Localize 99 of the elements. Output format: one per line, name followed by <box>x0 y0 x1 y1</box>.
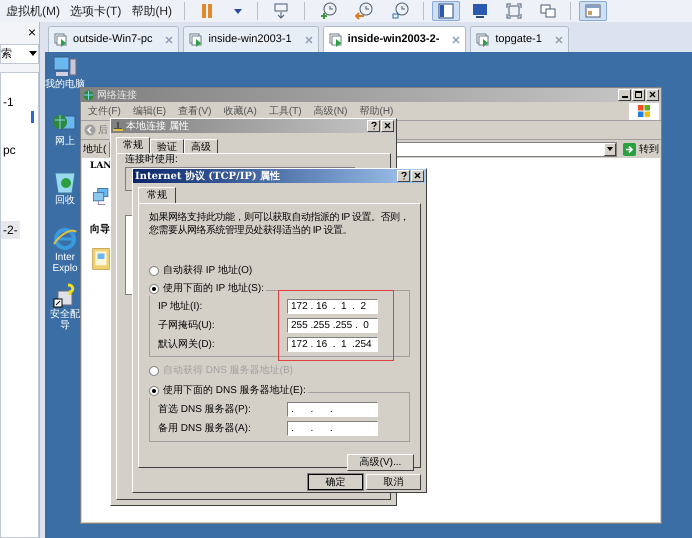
vm-tab[interactable]: inside-win2003-1 <box>183 26 319 52</box>
clock-plus-icon <box>319 2 337 20</box>
advanced-button[interactable]: 高级(V)... <box>347 454 414 471</box>
radio-button[interactable] <box>149 266 159 276</box>
desktop-icon-label: Explo <box>52 263 78 274</box>
clock-icon <box>391 2 409 20</box>
library-item[interactable]: pc <box>1 141 18 159</box>
caret-icon <box>607 147 613 151</box>
help-icon <box>399 171 408 180</box>
menu-item[interactable]: 帮助(H) <box>127 2 176 20</box>
help-icon <box>369 121 378 130</box>
ip-field[interactable]: 172 . 16 . 1 . 2 <box>287 298 378 314</box>
dns-field[interactable]: . . . <box>287 420 378 436</box>
menu-item[interactable]: 查看(V) <box>178 104 212 118</box>
menu-item[interactable]: 编辑(E) <box>132 104 166 118</box>
ip-field[interactable]: 172 . 16 . 1 .254 <box>287 336 378 352</box>
help-button[interactable] <box>397 170 410 182</box>
menu-item[interactable]: 文件(F) <box>88 104 121 118</box>
close-icon[interactable] <box>452 36 460 44</box>
desktop-icon-label: 我的电脑 <box>45 79 85 90</box>
caret-icon <box>233 7 243 15</box>
back-icon <box>84 124 96 136</box>
dialog-title: 本地连接 属性 <box>126 120 189 134</box>
menu-item[interactable]: 帮助(H) <box>359 104 394 118</box>
caret-icon <box>29 51 37 57</box>
thumbnail-view-icon <box>585 3 601 19</box>
close-icon <box>648 90 657 99</box>
vm-icon <box>54 32 68 46</box>
radio-label: 使用下面的 IP 地址(S): <box>163 282 264 296</box>
menu-item[interactable]: 虚拟机(M) <box>2 2 64 20</box>
field-label: 备用 DNS 服务器(A): <box>158 422 252 436</box>
desktop-icon-label: 导 <box>60 320 70 331</box>
menu-item[interactable]: 高级(N) <box>314 104 348 118</box>
wizard-folder-icon <box>92 246 110 270</box>
network-plug-icon <box>113 121 123 131</box>
windows-logo <box>629 102 659 120</box>
globe-icon <box>83 90 94 100</box>
clock-arrow-icon <box>355 2 373 20</box>
pause-icon <box>199 3 215 19</box>
dialog-title: Internet 协议 (TCP/IP) 属性 <box>135 170 280 184</box>
intro-text: 如果网络支持此功能，则可以获取自动指派的 IP 设置。否则， 您需要从网络系统管理员处获得适当的 IP 设置。 <box>149 211 409 237</box>
close-button[interactable] <box>411 170 424 182</box>
network-computer-icon <box>92 186 110 206</box>
ip-field[interactable]: 255 .255 .255 . 0 <box>287 318 378 332</box>
desktop-icon-label: 安全配 <box>50 309 80 320</box>
library-item[interactable]: -1 <box>1 93 16 111</box>
close-button[interactable]: × <box>28 25 36 39</box>
search-field[interactable]: 索 <box>0 44 39 64</box>
windows-stack-icon <box>540 3 556 19</box>
dialog-tab[interactable]: 验证 <box>150 139 184 153</box>
maximize-button[interactable] <box>632 89 645 101</box>
sidebar-view-icon <box>438 3 454 19</box>
toolbar-button[interactable] <box>432 1 460 21</box>
close-icon <box>383 121 392 130</box>
radio-label: 自动获得 IP 地址(O) <box>163 264 252 278</box>
vm-icon <box>476 32 490 46</box>
desktop-icon-label: Inter <box>54 252 75 263</box>
field-label: IP 地址(I): <box>158 300 204 314</box>
close-button[interactable] <box>646 89 659 101</box>
desktop-icon-label: 回收 <box>55 195 75 206</box>
library-item[interactable]: -2- <box>1 221 20 239</box>
dialog-tab[interactable]: 高级 <box>184 139 218 153</box>
close-button[interactable] <box>381 120 394 132</box>
menu-item[interactable]: 选项卡(T) <box>66 2 126 20</box>
dialog-tab[interactable]: 常规 <box>116 137 150 153</box>
vm-tab[interactable]: inside-win2003-2- <box>322 26 466 52</box>
go-button[interactable]: 转到 <box>623 142 659 156</box>
desktop-icon-label: 网上 <box>55 136 75 147</box>
window-title: 网络连接 <box>97 88 137 102</box>
arrow-right-icon <box>623 142 636 156</box>
browser-e-icon <box>52 226 78 252</box>
radio-button[interactable] <box>149 284 159 294</box>
field-label: 首选 DNS 服务器(P): <box>158 402 252 416</box>
vm-icon <box>189 32 204 46</box>
radio-button[interactable] <box>149 386 159 396</box>
dns-field[interactable]: . . . <box>287 402 378 416</box>
vm-icon <box>328 32 343 46</box>
dialog-tab[interactable]: 常规 <box>138 187 176 203</box>
menu-item[interactable]: 收藏(A) <box>223 104 257 118</box>
section-header: 向导 <box>90 222 110 236</box>
maximize-icon <box>634 90 643 99</box>
menu-item[interactable]: 工具(T) <box>268 104 302 118</box>
section-label: 连接时使用: <box>125 154 178 165</box>
close-icon <box>413 171 422 180</box>
field-label: 默认网关(D): <box>158 338 216 352</box>
toolbar-button[interactable] <box>579 1 607 21</box>
cancel-button[interactable]: 取消 <box>366 474 421 490</box>
vm-tab[interactable]: outside-Win7-pc <box>48 26 180 52</box>
address-label: 地址( <box>83 142 107 156</box>
vm-tab[interactable]: topgate-1 <box>470 26 569 52</box>
minimize-icon <box>622 96 628 98</box>
fit-window-icon <box>506 3 522 19</box>
minimize-button[interactable] <box>618 89 631 101</box>
help-button[interactable] <box>367 120 380 132</box>
field-label: 子网掩码(U): <box>158 318 216 332</box>
monitor-icon <box>472 3 488 19</box>
ok-button[interactable]: 确定 <box>308 474 363 490</box>
radio-label: 使用下面的 DNS 服务器地址(E): <box>163 384 306 398</box>
computer-icon <box>52 55 78 79</box>
